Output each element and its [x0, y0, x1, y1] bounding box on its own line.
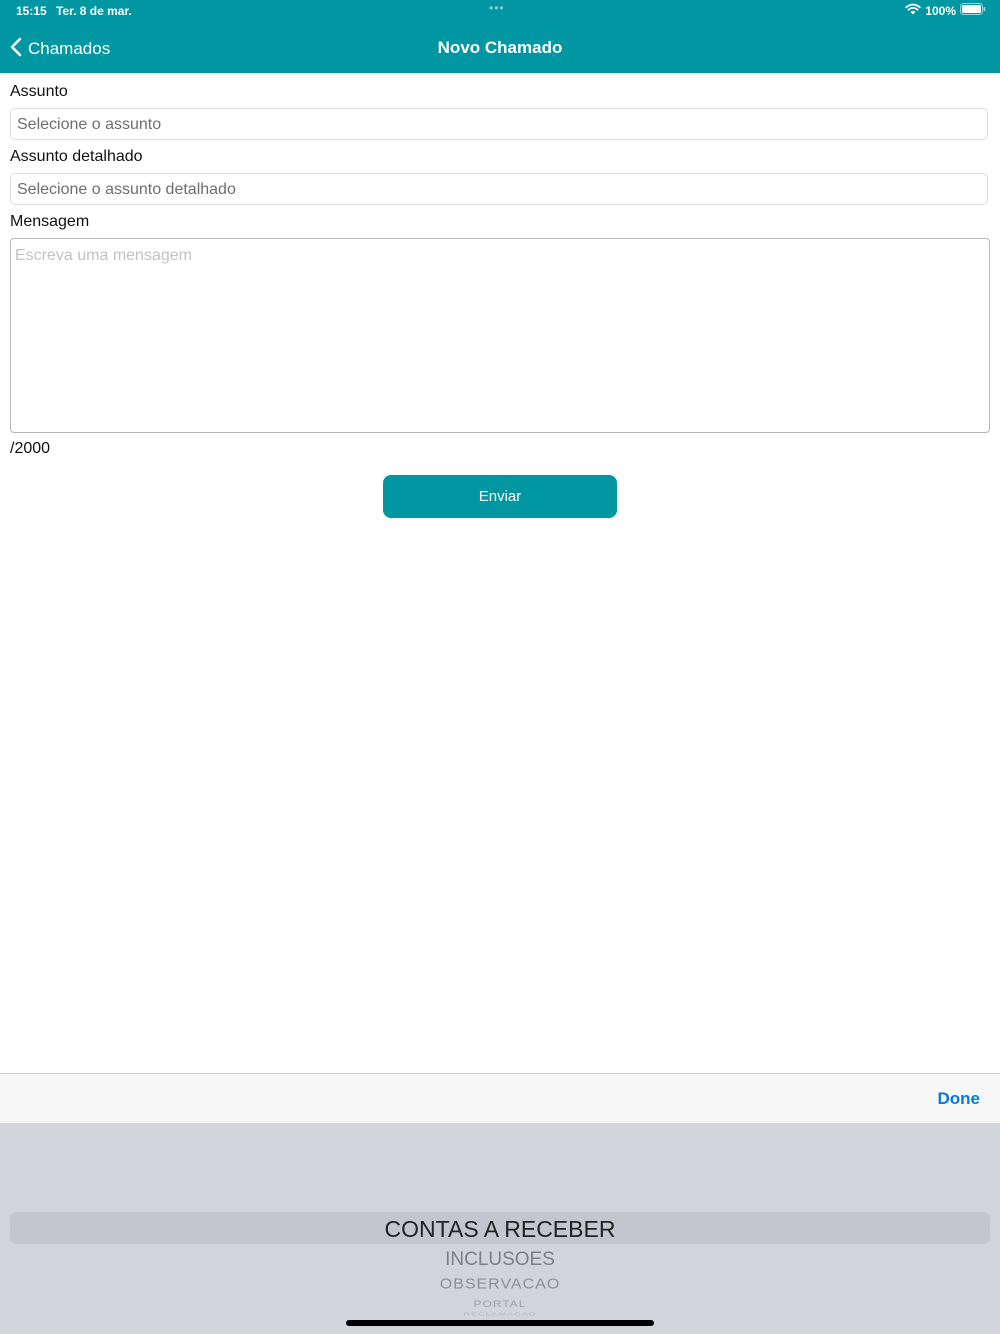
picker-option[interactable]: INCLUSOES: [0, 1249, 1000, 1271]
detail-subject-label: Assunto detalhado: [10, 148, 143, 165]
done-button[interactable]: Done: [938, 1089, 981, 1109]
battery-icon: [960, 3, 986, 18]
detail-subject-select[interactable]: Selecione o assunto detalhado: [10, 173, 988, 205]
nav-bar: 15:15 Ter. 8 de mar. ••• 100% Chamados N…: [0, 0, 1000, 73]
multitasking-dots: •••: [489, 1, 505, 15]
wifi-icon: [905, 3, 921, 18]
picker-toolbar: Done: [0, 1073, 1000, 1123]
subject-label: Assunto: [10, 83, 68, 100]
subject-picker-wheel[interactable]: CONTAS A RECEBER INCLUSOES OBSERVACAO PO…: [0, 1123, 1000, 1334]
message-textarea[interactable]: Escreva uma mensagem: [10, 238, 990, 433]
subject-select[interactable]: Selecione o assunto: [10, 108, 988, 140]
page-title: Novo Chamado: [437, 38, 563, 57]
message-placeholder: Escreva uma mensagem: [15, 247, 192, 264]
battery-percent: 100%: [925, 3, 956, 18]
send-button[interactable]: Enviar: [383, 475, 617, 518]
message-label: Mensagem: [10, 213, 90, 230]
picker-option-selected[interactable]: CONTAS A RECEBER: [0, 1216, 1000, 1243]
character-counter: /2000: [10, 440, 51, 457]
picker-option[interactable]: PORTAL: [0, 1298, 1000, 1309]
status-time: 15:15: [16, 4, 47, 18]
home-indicator: [346, 1320, 654, 1326]
picker-option[interactable]: OBSERVACAO: [0, 1277, 1000, 1294]
picker-option[interactable]: RECLAMACAO: [0, 1312, 1000, 1317]
status-indicators: 100%: [905, 3, 986, 18]
status-date: Ter. 8 de mar.: [56, 4, 132, 18]
